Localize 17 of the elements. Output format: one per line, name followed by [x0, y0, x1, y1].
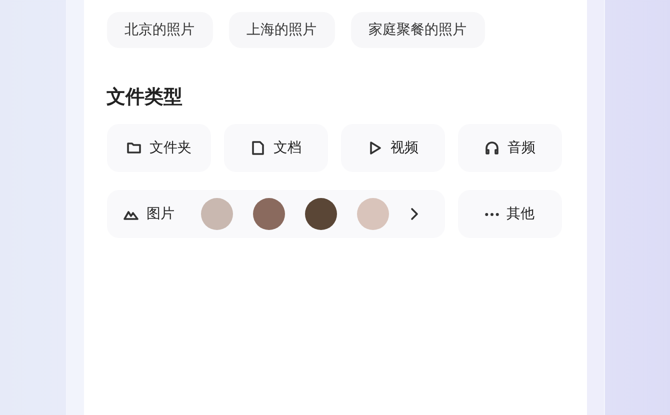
folder-icon	[126, 140, 142, 156]
suggestion-chip[interactable]: 北京的照片	[106, 12, 212, 48]
chevron-right-icon[interactable]	[408, 207, 418, 221]
file-type-tile[interactable]: 文件夹	[106, 124, 210, 172]
file-type-tile[interactable]: 其他	[458, 190, 562, 238]
avatar-circle[interactable]	[304, 198, 336, 230]
headphones-icon	[484, 140, 500, 156]
file-type-tile[interactable]: 文档	[224, 124, 328, 172]
suggestion-chip[interactable]: 家庭聚餐的照片	[350, 12, 484, 48]
file-type-tile[interactable]: 音频	[458, 124, 562, 172]
file-type-tile[interactable]: 图片	[106, 190, 444, 238]
avatar-circle[interactable]	[252, 198, 284, 230]
file-type-tile[interactable]: 视频	[340, 124, 444, 172]
document-icon	[250, 140, 266, 156]
more-icon	[484, 212, 498, 216]
suggestion-chip[interactable]: 上海的照片	[228, 12, 334, 48]
section-title: 文件类型	[106, 85, 184, 110]
